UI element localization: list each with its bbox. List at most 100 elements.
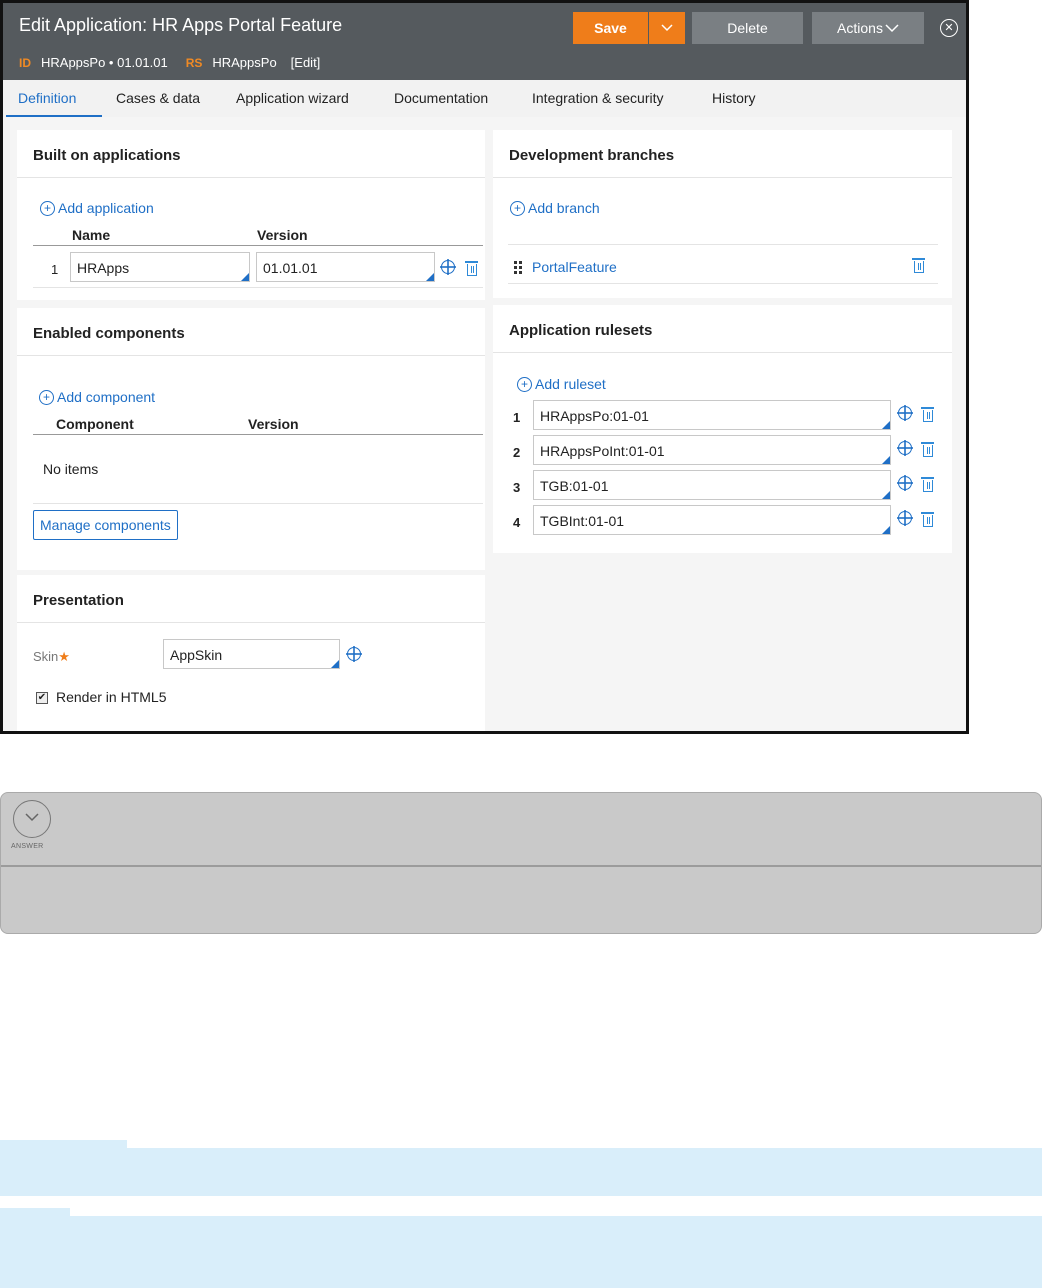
target-icon[interactable] <box>346 646 362 662</box>
chevron-down-icon <box>661 24 673 32</box>
divider <box>17 177 485 178</box>
edit-link[interactable]: [Edit] <box>291 55 321 70</box>
rule-identifiers: ID HRAppsPo • 01.01.01 RS HRAppsPo [Edit… <box>19 55 320 70</box>
id-tag: ID <box>19 55 31 70</box>
column-header-name: Name <box>72 227 111 243</box>
target-icon[interactable] <box>897 475 913 491</box>
divider <box>493 352 952 353</box>
divider <box>17 355 485 356</box>
empty-state-text: No items <box>43 461 99 477</box>
row-divider <box>33 287 483 288</box>
ruleset-row-number: 1 <box>513 410 521 425</box>
save-options-button[interactable] <box>649 12 685 44</box>
development-branches-panel: Development branches + Add branch Portal… <box>493 130 952 298</box>
table-header-line <box>33 245 483 246</box>
expand-answer-button[interactable] <box>13 800 51 838</box>
application-rulesets-panel: Application rulesets + Add ruleset 1 HRA… <box>493 305 952 553</box>
target-icon[interactable] <box>897 510 913 526</box>
manage-components-button[interactable]: Manage components <box>33 510 178 540</box>
trash-icon[interactable] <box>921 442 934 457</box>
ruleset-input[interactable]: HRAppsPoInt:01-01 <box>533 435 891 465</box>
add-ruleset-label: Add ruleset <box>535 376 606 392</box>
answer-panel: ANSWER <box>0 792 1042 934</box>
chevron-down-icon <box>25 813 39 822</box>
divider <box>493 177 952 178</box>
tab-application-wizard[interactable]: Application wizard <box>236 90 349 106</box>
render-html5-label: Render in HTML5 <box>56 689 167 705</box>
add-ruleset-link[interactable]: + Add ruleset <box>517 376 606 392</box>
section-title: Presentation <box>33 592 124 609</box>
target-icon[interactable] <box>897 440 913 456</box>
answer-label: ANSWER <box>11 843 44 850</box>
add-application-link[interactable]: + Add application <box>40 200 154 216</box>
editor-header: Edit Application: HR Apps Portal Feature… <box>3 3 966 80</box>
page-title: Edit Application: HR Apps Portal Feature <box>19 15 343 35</box>
tab-integration-security[interactable]: Integration & security <box>532 90 664 106</box>
active-tab-indicator <box>6 115 102 117</box>
target-icon[interactable] <box>440 259 456 275</box>
application-editor-screenshot: Edit Application: HR Apps Portal Feature… <box>0 0 969 734</box>
tab-definition[interactable]: Definition <box>18 90 76 106</box>
row-divider <box>508 283 938 284</box>
section-title: Enabled components <box>33 325 185 342</box>
divider <box>1 865 1041 867</box>
tab-cases-data[interactable]: Cases & data <box>116 90 200 106</box>
plus-circle-icon: + <box>40 200 55 216</box>
row-divider <box>33 503 483 504</box>
required-star-icon: ★ <box>58 649 70 664</box>
actions-label: Actions <box>837 20 883 36</box>
ruleset-input[interactable]: TGBInt:01-01 <box>533 505 891 535</box>
target-icon[interactable] <box>897 405 913 421</box>
add-branch-link[interactable]: + Add branch <box>510 200 600 216</box>
column-header-component: Component <box>56 416 134 432</box>
skin-label: Skin <box>33 649 59 664</box>
add-component-link[interactable]: + Add component <box>39 389 155 405</box>
drag-handle-icon[interactable] <box>514 261 524 274</box>
skin-field-label: Skin★ <box>33 649 70 665</box>
ruleset-row-number: 3 <box>513 480 521 495</box>
chevron-down-icon <box>885 23 899 32</box>
section-title: Development branches <box>509 147 675 164</box>
ruleset-row-number: 4 <box>513 515 521 530</box>
section-title: Built on applications <box>33 147 181 164</box>
presentation-panel: Presentation Skin★ AppSkin ✔ Render in H… <box>17 575 485 731</box>
plus-circle-icon: + <box>39 389 54 405</box>
application-name-input[interactable]: HRApps <box>70 252 250 282</box>
actions-button[interactable]: Actions <box>812 12 924 44</box>
tab-history[interactable]: History <box>712 90 756 106</box>
enabled-components-panel: Enabled components + Add component Compo… <box>17 308 485 570</box>
delete-button[interactable]: Delete <box>692 12 803 44</box>
add-branch-label: Add branch <box>528 200 600 216</box>
table-header-line <box>33 434 483 435</box>
render-html5-checkbox[interactable]: ✔ <box>36 692 48 704</box>
column-header-version: Version <box>257 227 308 243</box>
rs-tag: RS <box>185 55 203 70</box>
save-button[interactable]: Save <box>573 12 648 44</box>
info-bar-tab <box>0 1208 70 1216</box>
built-on-panel: Built on applications + Add application … <box>17 130 485 300</box>
skin-input[interactable]: AppSkin <box>163 639 340 669</box>
ruleset-input[interactable]: HRAppsPo:01-01 <box>533 400 891 430</box>
info-bar <box>0 1140 1042 1196</box>
trash-icon[interactable] <box>912 258 925 273</box>
plus-circle-icon: + <box>517 376 532 392</box>
close-icon[interactable]: ✕ <box>940 19 958 37</box>
column-header-version: Version <box>248 416 299 432</box>
branch-link[interactable]: PortalFeature <box>532 259 617 275</box>
plus-circle-icon: + <box>510 200 525 216</box>
ruleset-row-number: 2 <box>513 445 521 460</box>
add-component-label: Add component <box>57 389 156 405</box>
rs-value: HRAppsPo <box>212 55 277 70</box>
id-value: HRAppsPo • 01.01.01 <box>41 55 168 70</box>
ruleset-input[interactable]: TGB:01-01 <box>533 470 891 500</box>
row-number: 1 <box>51 262 59 277</box>
trash-icon[interactable] <box>921 512 934 527</box>
trash-icon[interactable] <box>465 261 478 276</box>
trash-icon[interactable] <box>921 407 934 422</box>
row-divider <box>508 244 938 245</box>
trash-icon[interactable] <box>921 477 934 492</box>
section-title: Application rulesets <box>509 322 653 339</box>
application-version-input[interactable]: 01.01.01 <box>256 252 435 282</box>
tab-documentation[interactable]: Documentation <box>394 90 488 106</box>
add-application-label: Add application <box>58 200 154 216</box>
